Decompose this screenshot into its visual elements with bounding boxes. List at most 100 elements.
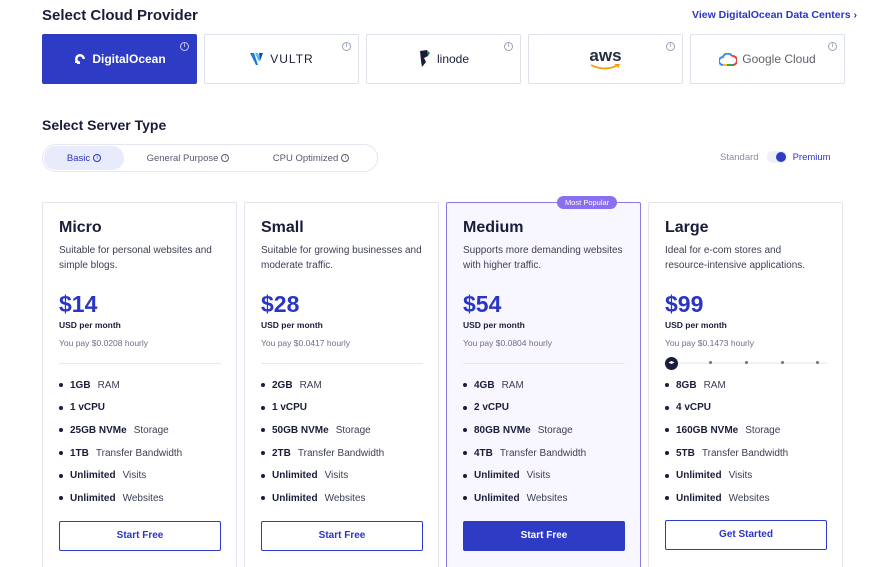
view-data-centers-link[interactable]: View DigitalOcean Data Centers › [692, 9, 857, 21]
plan-card-micro: Micro Suitable for personal websites and… [42, 202, 237, 567]
bullet-icon [261, 473, 265, 478]
slider-tick [745, 361, 748, 364]
bullet-icon [59, 405, 63, 410]
feature-visits: Unlimited Visits [261, 464, 422, 487]
provider-list: i DigitalOcean i VULTR i linode i aws i … [42, 34, 845, 84]
provider-google-cloud[interactable]: i Google Cloud [690, 34, 845, 84]
bullet-icon [463, 473, 467, 478]
feature-storage: 50GB NVMe Storage [261, 419, 422, 442]
feature-list: 4GB RAM 2 vCPU 80GB NVMe Storage 4TB Transf… [463, 374, 624, 510]
slider-tick [709, 361, 712, 364]
plan-name: Large [665, 219, 709, 236]
plan-period: USD per month [463, 320, 525, 330]
plan-description: Suitable for growing businesses and mode… [261, 245, 422, 271]
provider-section-title: Select Cloud Provider [42, 7, 198, 24]
plan-description: Supports more demanding websites with hi… [463, 245, 623, 271]
slider-tick [816, 361, 819, 364]
tab-label: CPU Optimized [272, 152, 339, 164]
plan-price: $99 [665, 291, 704, 317]
divider [463, 363, 625, 364]
info-icon[interactable]: i [828, 42, 837, 51]
info-icon[interactable]: i [93, 154, 102, 162]
bullet-icon [261, 383, 265, 388]
server-type-tabs: Basic i General Purpose i CPU Optimized … [42, 144, 378, 172]
provider-label: linode [436, 52, 470, 66]
plan-hourly: You pay $0.0208 hourly [59, 338, 149, 348]
size-slider[interactable]: ◂▸ [665, 357, 827, 370]
feature-websites: Unlimited Websites [261, 487, 422, 510]
feature-websites: Unlimited Websites [665, 487, 826, 510]
get-started-button[interactable]: Get Started [665, 519, 827, 550]
tab-cpu-optimized[interactable]: CPU Optimized i [252, 146, 370, 170]
plan-card-medium: Most Popular Medium Supports more demand… [446, 196, 641, 567]
tab-label: General Purpose [146, 152, 219, 164]
info-icon[interactable]: i [341, 154, 350, 162]
feature-list: 1GB RAM 1 vCPU 25GB NVMe Storage 1TB Transf… [59, 374, 220, 510]
feature-ram: 4GB RAM [463, 374, 624, 397]
start-free-button[interactable]: Start Free [463, 520, 625, 551]
plan-card-small: Small Suitable for growing businesses an… [244, 202, 439, 567]
provider-vultr[interactable]: i VULTR [204, 34, 359, 84]
info-icon[interactable]: i [221, 154, 230, 162]
bullet-icon [463, 383, 467, 388]
bullet-icon [261, 405, 265, 410]
provider-linode[interactable]: i linode [366, 34, 521, 84]
plan-period: USD per month [665, 320, 727, 330]
slider-handle-icon[interactable]: ◂▸ [665, 357, 678, 370]
feature-vcpu: 1 vCPU [59, 397, 220, 420]
bullet-icon [261, 428, 265, 433]
toggle-label-standard[interactable]: Standard [720, 152, 759, 163]
toggle-label-premium[interactable]: Premium [793, 152, 831, 163]
feature-vcpu: 2 vCPU [463, 397, 624, 420]
feature-bandwidth: 2TB Transfer Bandwidth [261, 442, 422, 465]
aws-smile-icon [591, 64, 621, 70]
premium-toggle[interactable] [766, 151, 787, 163]
linode-logo-icon [419, 50, 430, 67]
standard-premium-toggle-group: Standard Premium [720, 151, 831, 163]
provider-label: aws [589, 46, 622, 65]
bullet-icon [59, 428, 63, 433]
tab-label: Basic [66, 152, 91, 164]
bullet-icon [463, 428, 467, 433]
bullet-icon [261, 451, 265, 456]
tab-general-purpose[interactable]: General Purpose i [124, 146, 252, 170]
start-free-button[interactable]: Start Free [59, 520, 221, 551]
slider-tick [781, 361, 784, 364]
feature-bandwidth: 1TB Transfer Bandwidth [59, 442, 220, 465]
provider-label: VULTR [270, 52, 314, 66]
feature-ram: 2GB RAM [261, 374, 422, 397]
feature-websites: Unlimited Websites [463, 487, 624, 510]
plan-hourly: You pay $0.1473 hourly [665, 338, 755, 348]
plan-price: $28 [261, 291, 300, 317]
feature-visits: Unlimited Visits [59, 464, 220, 487]
plan-hourly: You pay $0.0804 hourly [463, 338, 553, 348]
bullet-icon [59, 383, 63, 388]
feature-storage: 25GB NVMe Storage [59, 419, 220, 442]
bullet-icon [665, 383, 669, 388]
info-icon[interactable]: i [180, 42, 189, 51]
plan-period: USD per month [261, 320, 323, 330]
info-icon[interactable]: i [504, 42, 513, 51]
plan-period: USD per month [59, 320, 121, 330]
info-icon[interactable]: i [342, 42, 351, 51]
info-icon[interactable]: i [666, 42, 675, 51]
bullet-icon [665, 451, 669, 456]
bullet-icon [261, 496, 265, 501]
tab-basic[interactable]: Basic i [44, 146, 124, 170]
provider-aws[interactable]: i aws [528, 34, 683, 84]
plan-name: Small [261, 219, 304, 236]
feature-visits: Unlimited Visits [463, 464, 624, 487]
plan-card-large: Large Ideal for e-com stores and resourc… [648, 202, 843, 567]
bullet-icon [463, 451, 467, 456]
provider-label: DigitalOcean [92, 52, 166, 66]
plan-description: Ideal for e-com stores and resource-inte… [665, 245, 806, 271]
provider-digitalocean[interactable]: i DigitalOcean [42, 34, 197, 84]
bullet-icon [463, 496, 467, 501]
bullet-icon [665, 473, 669, 478]
bullet-icon [59, 473, 63, 478]
plan-name: Medium [463, 219, 524, 236]
feature-visits: Unlimited Visits [665, 464, 826, 487]
bullet-icon [665, 496, 669, 501]
start-free-button[interactable]: Start Free [261, 520, 423, 551]
feature-websites: Unlimited Websites [59, 487, 220, 510]
